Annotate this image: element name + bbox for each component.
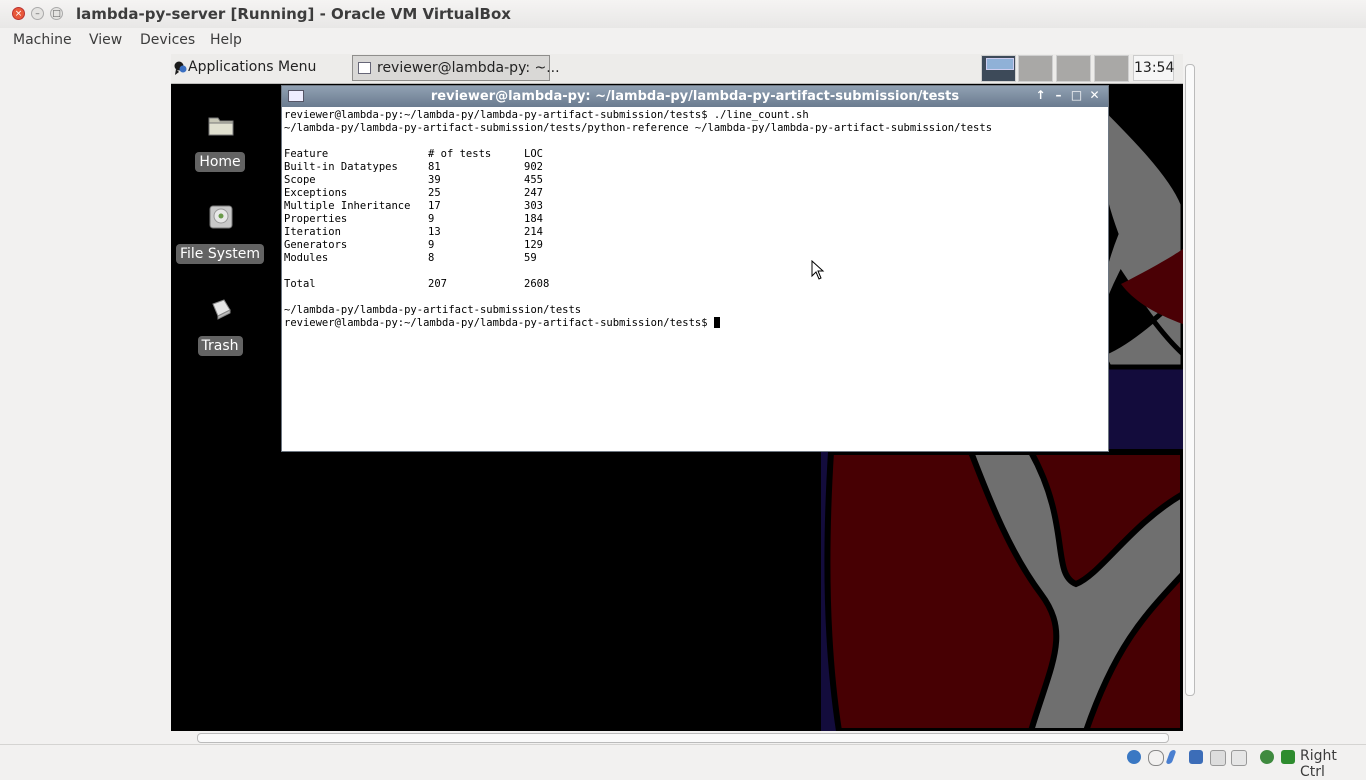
optical-drive-icon[interactable]	[1148, 750, 1164, 766]
table-total-tests: 207	[428, 278, 447, 290]
host-title-bar: × – □ lambda-py-server [Running] - Oracl…	[0, 0, 1366, 28]
table-header-tests: # of tests	[428, 148, 492, 160]
shared-folders-icon[interactable]	[1210, 750, 1226, 766]
table-cell-tests: 13	[428, 226, 441, 238]
close-window-button[interactable]: ×	[12, 7, 25, 20]
trash-icon	[212, 299, 231, 320]
terminal-window-icon	[358, 62, 371, 74]
table-cell-feature: Properties	[284, 213, 348, 225]
table-cell-loc: 455	[524, 174, 543, 186]
minimize-window-button[interactable]: –	[31, 7, 44, 20]
workspace-window-thumbnail	[986, 58, 1014, 70]
table-cell-loc: 902	[524, 161, 543, 173]
table-total-loc: 2608	[524, 278, 550, 290]
workspace-2[interactable]	[1018, 55, 1053, 82]
terminal-prompt: reviewer@lambda-py:~/lambda-py/lambda-py…	[284, 317, 714, 329]
mouse-integration-icon[interactable]	[1281, 750, 1295, 764]
applications-menu-label: Applications Menu	[188, 59, 317, 75]
host-status-bar: Right Ctrl	[0, 744, 1366, 780]
maximize-window-button[interactable]: □	[50, 7, 63, 20]
terminal-line: reviewer@lambda-py:~/lambda-py/lambda-py…	[284, 109, 809, 121]
desktop-icon-label: File System	[175, 244, 265, 264]
menu-view[interactable]: View	[89, 32, 122, 48]
terminal-window[interactable]: reviewer@lambda-py: ~/lambda-py/lambda-p…	[281, 85, 1109, 452]
menu-help[interactable]: Help	[210, 32, 242, 48]
applications-menu-icon	[174, 61, 187, 75]
table-cell-loc: 129	[524, 239, 543, 251]
table-cell-loc: 59	[524, 252, 537, 264]
vm-horizontal-scrollbar[interactable]	[171, 731, 1183, 744]
host-menu-bar: Machine View Devices Help	[0, 28, 1366, 54]
table-header-feature: Feature	[284, 148, 329, 160]
desktop-icon-label: Home	[195, 152, 245, 172]
terminal-title: reviewer@lambda-py: ~/lambda-py/lambda-p…	[430, 89, 960, 104]
table-header-loc: LOC	[524, 148, 543, 160]
table-cell-loc: 247	[524, 187, 543, 199]
scrollbar-thumb[interactable]	[1185, 64, 1195, 696]
capture-indicator-icon[interactable]	[1260, 750, 1274, 764]
table-cell-tests: 8	[428, 252, 435, 264]
folder-icon	[208, 117, 234, 136]
vm-display[interactable]: Applications Menu reviewer@lambda-py: ~.…	[171, 54, 1183, 731]
panel-clock[interactable]: 13:54	[1133, 55, 1174, 81]
table-cell-feature: Modules	[284, 252, 329, 264]
menu-machine[interactable]: Machine	[13, 32, 72, 48]
workspace-1[interactable]	[981, 55, 1016, 82]
table-cell-tests: 17	[428, 200, 441, 212]
text-cursor	[713, 317, 720, 328]
display-icon[interactable]	[1231, 750, 1247, 766]
table-cell-tests: 25	[428, 187, 441, 199]
table-cell-feature: Built-in Datatypes	[284, 161, 398, 173]
table-cell-loc: 214	[524, 226, 543, 238]
menu-devices[interactable]: Devices	[140, 32, 195, 48]
table-cell-loc: 303	[524, 200, 543, 212]
table-cell-tests: 39	[428, 174, 441, 186]
terminal-minimize-button[interactable]: –	[1051, 88, 1066, 103]
table-cell-tests: 9	[428, 239, 435, 251]
terminal-line: ~/lambda-py/lambda-py-artifact-submissio…	[284, 304, 582, 316]
table-cell-feature: Iteration	[284, 226, 341, 238]
keep-above-button[interactable]: ↑	[1033, 88, 1048, 103]
applications-menu-button[interactable]: Applications Menu	[171, 54, 346, 83]
table-cell-tests: 81	[428, 161, 441, 173]
scrollbar-thumb[interactable]	[197, 733, 1169, 743]
table-cell-loc: 184	[524, 213, 543, 225]
taskbar-button-label: reviewer@lambda-py: ~...	[377, 60, 560, 76]
guest-panel: Applications Menu reviewer@lambda-py: ~.…	[171, 54, 1183, 84]
workspace-3[interactable]	[1056, 55, 1091, 82]
terminal-prompt-line[interactable]: reviewer@lambda-py:~/lambda-py/lambda-py…	[284, 317, 720, 330]
drive-icon	[209, 205, 233, 229]
table-cell-feature: Exceptions	[284, 187, 348, 199]
table-total-label: Total	[284, 278, 316, 290]
terminal-output[interactable]: reviewer@lambda-py:~/lambda-py/lambda-py…	[284, 109, 1104, 449]
host-key-label: Right Ctrl	[1300, 748, 1337, 780]
table-cell-feature: Generators	[284, 239, 348, 251]
table-cell-feature: Scope	[284, 174, 316, 186]
usb-icon[interactable]	[1165, 750, 1177, 764]
workspace-4[interactable]	[1094, 55, 1129, 82]
hard-disk-icon[interactable]	[1127, 750, 1141, 764]
mouse-pointer-icon	[811, 260, 825, 280]
terminal-maximize-button[interactable]: □	[1069, 88, 1084, 103]
table-cell-feature: Multiple Inheritance	[284, 200, 411, 212]
desktop-icon-label: Trash	[197, 336, 243, 356]
taskbar-button-terminal[interactable]: reviewer@lambda-py: ~...	[352, 55, 560, 81]
terminal-title-bar[interactable]: reviewer@lambda-py: ~/lambda-py/lambda-p…	[282, 86, 1108, 107]
network-icon[interactable]	[1189, 750, 1203, 764]
table-cell-tests: 9	[428, 213, 435, 225]
vm-vertical-scrollbar[interactable]	[1183, 54, 1196, 731]
terminal-close-button[interactable]: ✕	[1087, 88, 1102, 103]
terminal-line: ~/lambda-py/lambda-py-artifact-submissio…	[284, 122, 993, 134]
window-title: lambda-py-server [Running] - Oracle VM V…	[76, 5, 511, 23]
